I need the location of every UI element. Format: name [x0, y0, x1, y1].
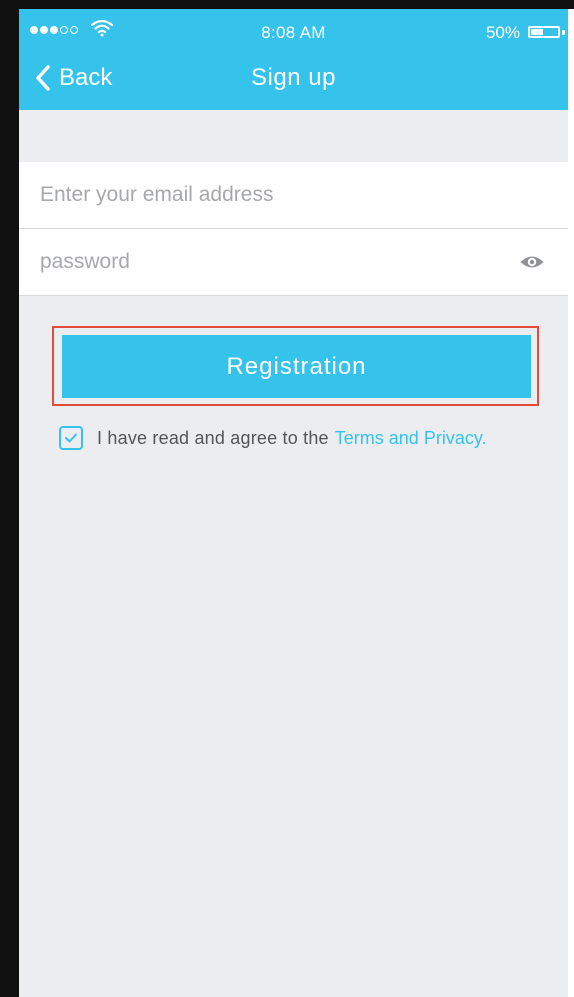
email-input[interactable] — [40, 162, 510, 228]
password-field-row — [19, 229, 568, 295]
form-bottom-border — [19, 295, 568, 296]
header-bar: 8:08 AM 50% Back Sign up — [19, 9, 568, 110]
battery-tip — [562, 30, 565, 35]
page-title: Sign up — [251, 64, 336, 91]
signup-form — [19, 162, 568, 295]
battery-icon — [528, 26, 560, 38]
frame-top-edge — [0, 0, 574, 9]
agreement-text: I have read and agree to the — [97, 427, 329, 448]
password-input[interactable] — [40, 229, 510, 295]
registration-button[interactable]: Registration — [62, 335, 531, 398]
battery-percent: 50% — [485, 23, 520, 42]
battery-level — [531, 29, 543, 35]
email-field-row — [19, 162, 568, 229]
app-screen: 8:08 AM 50% Back Sign up Enter your emai… — [19, 9, 568, 997]
frame-left-edge — [0, 0, 19, 997]
agreement-row: I have read and agree to the Terms and P… — [59, 424, 487, 452]
status-bar: 8:08 AM 50% — [19, 9, 568, 45]
terms-privacy-link[interactable]: Terms and Privacy. — [335, 428, 487, 449]
device-frame: 8:08 AM 50% Back Sign up Enter your emai… — [0, 0, 574, 997]
check-icon — [65, 433, 77, 443]
agree-checkbox[interactable] — [59, 426, 83, 450]
eye-icon[interactable] — [519, 251, 545, 273]
